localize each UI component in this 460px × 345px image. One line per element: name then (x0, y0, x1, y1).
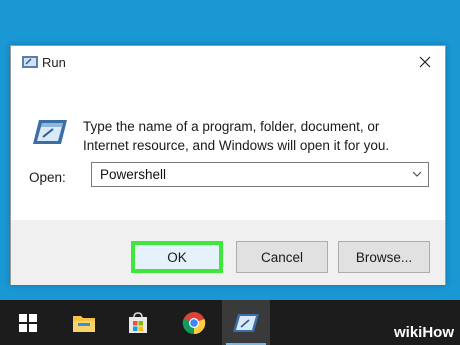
open-input[interactable] (92, 163, 392, 186)
taskbar-file-explorer[interactable] (60, 300, 108, 345)
dialog-description: Type the name of a program, folder, docu… (83, 119, 390, 153)
run-icon (22, 56, 38, 68)
microsoft-store-icon (129, 311, 147, 333)
window-title: Run (42, 55, 66, 70)
close-icon (419, 56, 431, 68)
chrome-icon (182, 311, 206, 334)
taskbar-store[interactable] (114, 300, 162, 345)
run-dialog: Run Type the name of a program, folder, … (10, 45, 446, 285)
browse-button[interactable]: Browse... (338, 241, 430, 273)
run-program-icon (33, 120, 67, 144)
open-label: Open: (29, 170, 66, 185)
ok-button[interactable]: OK (131, 241, 223, 273)
dialog-content: Type the name of a program, folder, docu… (11, 78, 445, 220)
chevron-down-icon[interactable] (412, 170, 422, 178)
taskbar-run[interactable] (222, 300, 270, 345)
cancel-button[interactable]: Cancel (236, 241, 328, 273)
start-button[interactable] (4, 300, 52, 345)
watermark-text: wikiHow (393, 324, 454, 341)
run-app-icon (233, 313, 259, 332)
close-button[interactable] (405, 46, 445, 78)
title-bar[interactable]: Run (11, 46, 445, 78)
wikihow-watermark: wikiHow (370, 322, 460, 345)
windows-start-icon (19, 313, 37, 332)
taskbar-chrome[interactable] (170, 300, 218, 345)
file-explorer-icon (73, 315, 95, 332)
dialog-footer: OK Cancel Browse... (11, 220, 445, 285)
open-combobox[interactable] (91, 162, 429, 187)
